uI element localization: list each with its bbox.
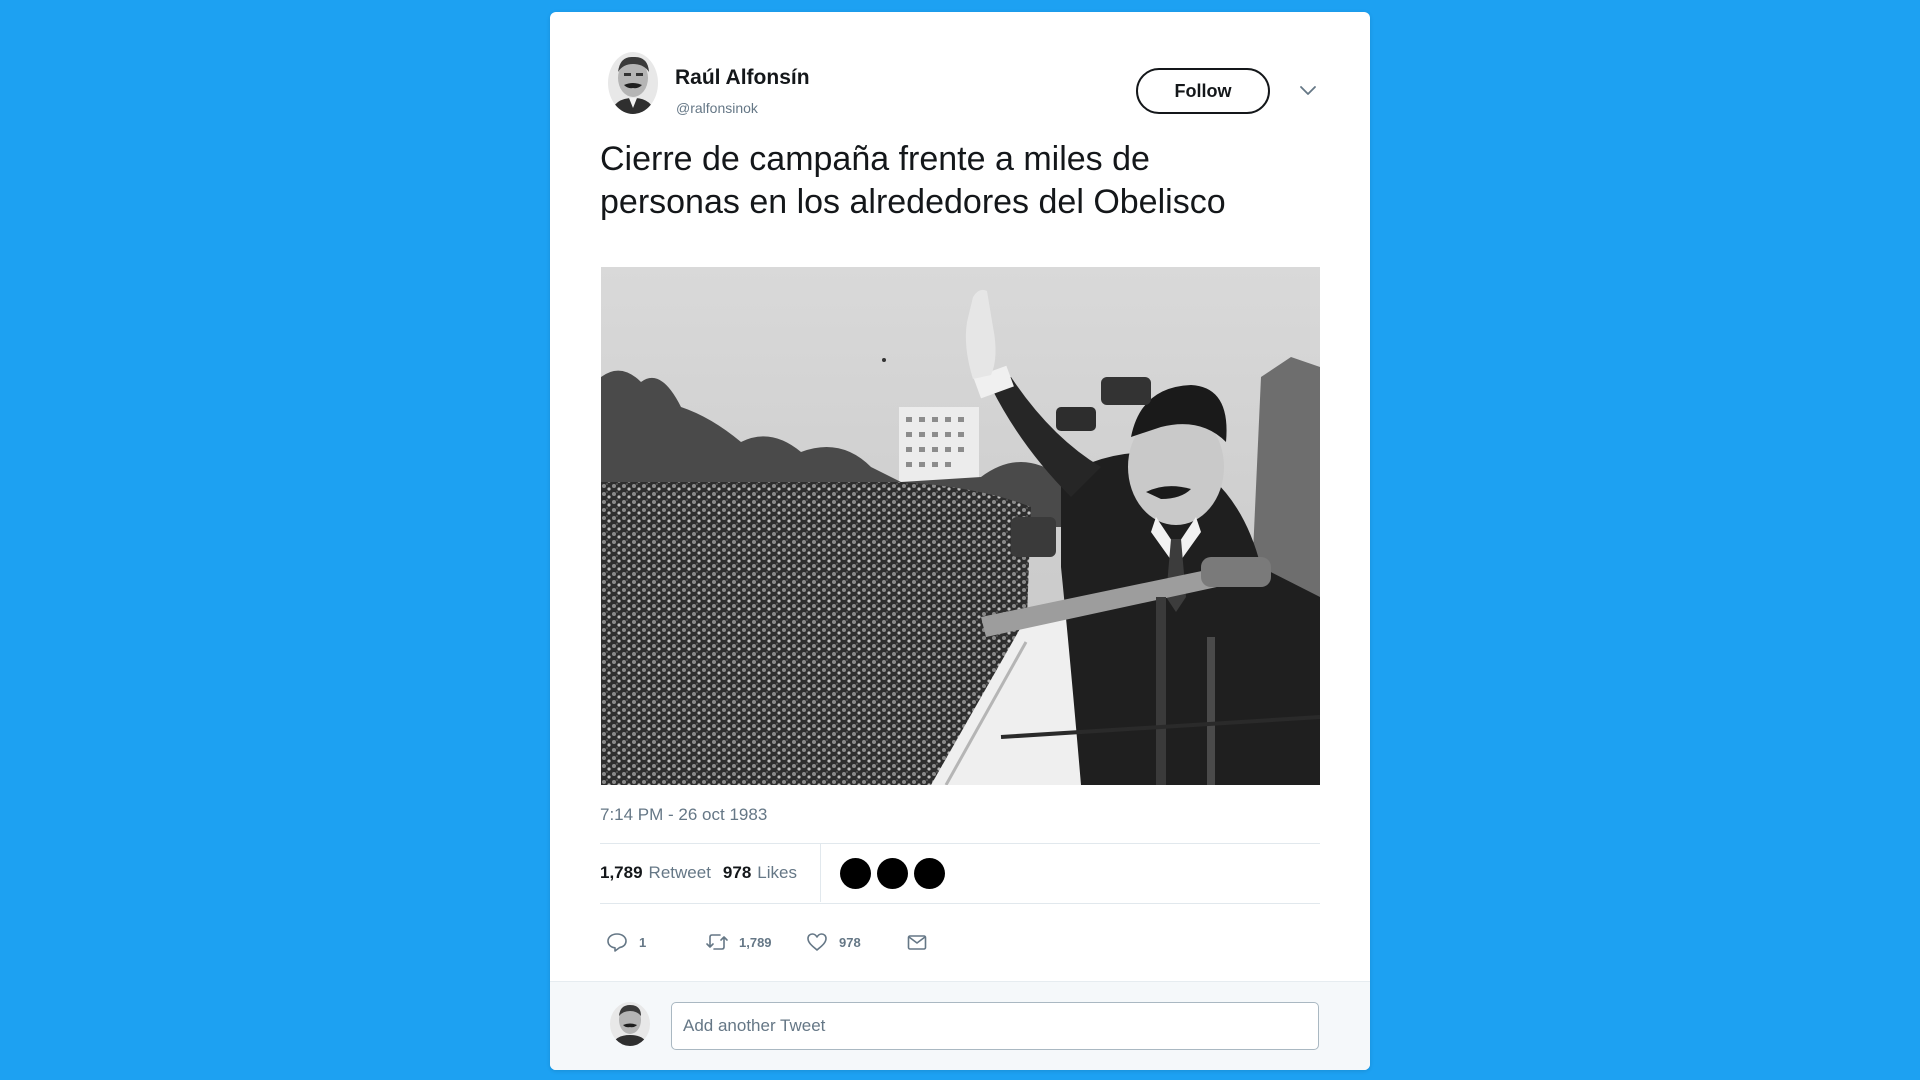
retweet-action-count: 1,789 — [739, 934, 772, 950]
liker-avatar[interactable] — [914, 858, 945, 889]
like-action-count: 978 — [839, 934, 861, 950]
rally-photo-image — [601, 267, 1320, 785]
tweet-header: Raúl Alfonsín @ralfonsinok Follow — [600, 52, 1320, 124]
engagement-stats: 1,789 Retweet 978 Likes — [600, 844, 820, 902]
follow-button[interactable]: Follow — [1136, 68, 1270, 114]
liker-avatar[interactable] — [877, 858, 908, 889]
author-avatar[interactable] — [608, 52, 658, 114]
like-label[interactable]: Likes — [757, 863, 797, 883]
portrait-avatar-icon — [610, 1002, 650, 1046]
divider — [600, 903, 1320, 904]
mail-icon — [907, 935, 927, 950]
like-count[interactable]: 978 — [723, 863, 751, 883]
portrait-avatar-icon — [608, 52, 658, 114]
user-avatar — [610, 1002, 650, 1046]
retweet-icon — [706, 934, 728, 950]
retweet-label[interactable]: Retweet — [649, 863, 711, 883]
reply-icon — [607, 933, 627, 952]
author-name[interactable]: Raúl Alfonsín — [675, 66, 810, 90]
liker-avatar[interactable] — [840, 858, 871, 889]
tweet-card: Raúl Alfonsín @ralfonsinok Follow Cierre… — [550, 12, 1370, 1070]
tweet-text-line: Cierre de campaña frente a miles de — [600, 140, 1150, 178]
heart-icon — [807, 933, 827, 951]
reply-count: 1 — [639, 934, 647, 950]
tweet-actions: 1 1,789 978 — [605, 930, 1005, 960]
tweet-text-line: personas en los alrededores del Obelisco — [600, 183, 1226, 221]
author-handle[interactable]: @ralfonsinok — [676, 100, 758, 116]
chevron-down-icon[interactable] — [1296, 78, 1320, 102]
liker-avatars — [840, 858, 945, 889]
like-action[interactable]: 978 — [805, 930, 861, 954]
reply-action[interactable]: 1 — [605, 930, 646, 954]
reply-footer — [550, 981, 1370, 1070]
retweet-count[interactable]: 1,789 — [600, 863, 643, 883]
dm-action[interactable] — [905, 930, 929, 954]
tweet-text: Cierre de campaña frente a miles de pers… — [600, 138, 1320, 224]
tweet-photo[interactable] — [601, 267, 1320, 785]
tweet-timestamp[interactable]: 7:14 PM - 26 oct 1983 — [600, 805, 767, 825]
reply-input[interactable] — [671, 1002, 1319, 1050]
stats-separator — [820, 844, 821, 902]
retweet-action[interactable]: 1,789 — [705, 930, 772, 954]
